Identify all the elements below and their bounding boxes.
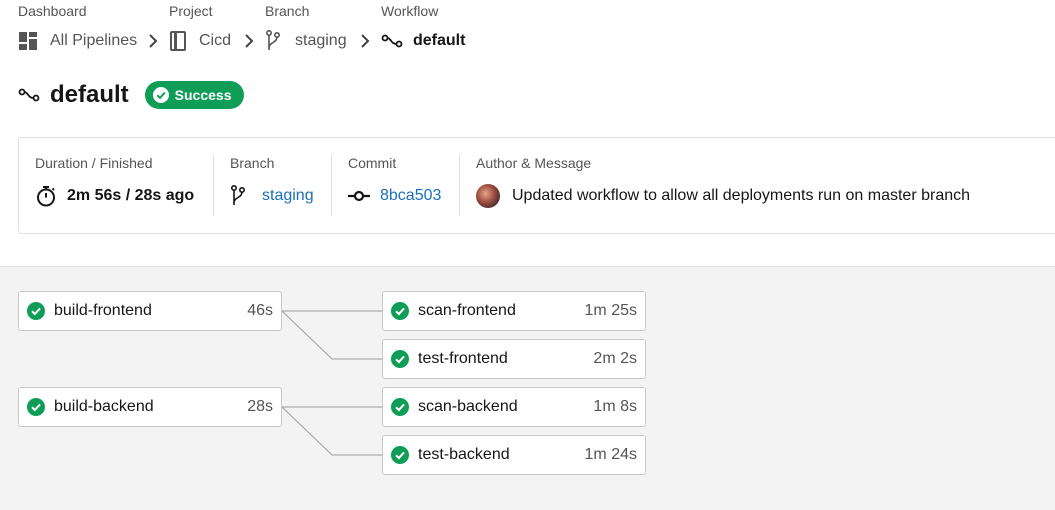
author-label: Author & Message	[476, 155, 592, 171]
job-duration: 46s	[247, 302, 273, 319]
chevron-right-icon	[242, 33, 256, 54]
workflow-icon	[18, 86, 40, 104]
status-badge-label: Success	[174, 87, 232, 103]
duration-value-row: 2m 56s / 28s ago	[35, 184, 194, 208]
author-value-row: Updated workflow to allow all deployment…	[476, 184, 970, 208]
duration-value: 2m 56s / 28s ago	[67, 187, 195, 204]
job-build-backend[interactable]: build-backend 28s	[18, 387, 282, 427]
commit-link[interactable]: 8bca503	[380, 187, 441, 205]
branch-link[interactable]: staging	[262, 187, 314, 205]
breadcrumb-project-label: Cicd	[199, 32, 232, 49]
chevron-right-icon	[358, 33, 372, 54]
check-circle-icon	[391, 446, 409, 464]
branch-section: Branch staging	[230, 154, 314, 216]
job-name: build-backend	[54, 398, 154, 415]
project-book-icon	[169, 31, 187, 51]
commit-label: Commit	[348, 155, 397, 171]
job-build-frontend[interactable]: build-frontend 46s	[18, 291, 282, 331]
breadcrumb-branch-heading: Branch	[265, 3, 310, 19]
check-circle-icon	[391, 350, 409, 368]
breadcrumb-workflow-label: default	[413, 32, 466, 49]
breadcrumb-workflow-heading: Workflow	[381, 3, 439, 19]
divider	[331, 154, 332, 216]
chevron-right-icon	[146, 33, 160, 54]
branch-label: Branch	[230, 155, 275, 171]
check-circle-icon	[391, 302, 409, 320]
check-circle-icon	[391, 398, 409, 416]
page-header: default Success	[18, 80, 244, 110]
divider	[213, 154, 214, 216]
job-name: scan-backend	[418, 398, 518, 415]
git-branch-icon	[265, 30, 281, 52]
stopwatch-icon	[35, 185, 57, 207]
job-name: test-frontend	[418, 350, 508, 367]
user-avatar[interactable]	[476, 184, 500, 208]
job-duration: 28s	[247, 398, 273, 415]
job-name: build-frontend	[54, 302, 152, 319]
commit-value-row[interactable]: 8bca503	[348, 184, 441, 208]
workflow-icon	[381, 32, 403, 50]
status-badge: Success	[144, 81, 244, 109]
dashboard-icon	[18, 31, 38, 51]
job-duration: 1m 25s	[584, 302, 637, 319]
duration-section: Duration / Finished 2m 56s / 28s ago	[35, 154, 194, 216]
commit-message: Updated workflow to allow all deployment…	[512, 187, 971, 204]
breadcrumb-dashboard-heading: Dashboard	[18, 3, 87, 19]
job-test-backend[interactable]: test-backend 1m 24s	[382, 435, 646, 475]
job-duration: 1m 8s	[593, 398, 637, 415]
breadcrumb-branch-label: staging	[295, 32, 347, 49]
branch-value-row[interactable]: staging	[230, 184, 314, 208]
git-branch-icon	[230, 185, 246, 207]
job-duration: 1m 24s	[584, 446, 637, 463]
commit-section: Commit 8bca503	[348, 154, 441, 216]
breadcrumb-project-link[interactable]: Cicd	[169, 29, 231, 53]
job-name: test-backend	[418, 446, 510, 463]
check-circle-icon	[27, 398, 45, 416]
job-duration: 2m 2s	[593, 350, 637, 367]
breadcrumb-dashboard-label: All Pipelines	[50, 32, 138, 49]
check-circle-icon	[152, 87, 175, 103]
page-title: default	[50, 81, 129, 108]
workflow-graph: build-frontend 46s scan-frontend 1m 25s …	[0, 266, 1055, 510]
divider	[459, 154, 460, 216]
breadcrumb-workflow-link[interactable]: default	[381, 29, 465, 53]
git-commit-icon	[348, 190, 370, 202]
job-scan-backend[interactable]: scan-backend 1m 8s	[382, 387, 646, 427]
breadcrumb-project-heading: Project	[169, 3, 213, 19]
workflow-info-card: Duration / Finished 2m 56s / 28s ago Bra…	[18, 137, 1055, 234]
duration-label: Duration / Finished	[35, 155, 153, 171]
breadcrumb-dashboard-link[interactable]: All Pipelines	[18, 29, 137, 53]
job-scan-frontend[interactable]: scan-frontend 1m 25s	[382, 291, 646, 331]
job-test-frontend[interactable]: test-frontend 2m 2s	[382, 339, 646, 379]
job-name: scan-frontend	[418, 302, 516, 319]
check-circle-icon	[27, 302, 45, 320]
breadcrumb-branch-link[interactable]: staging	[265, 29, 347, 53]
author-section: Author & Message Updated workflow to all…	[476, 154, 970, 216]
